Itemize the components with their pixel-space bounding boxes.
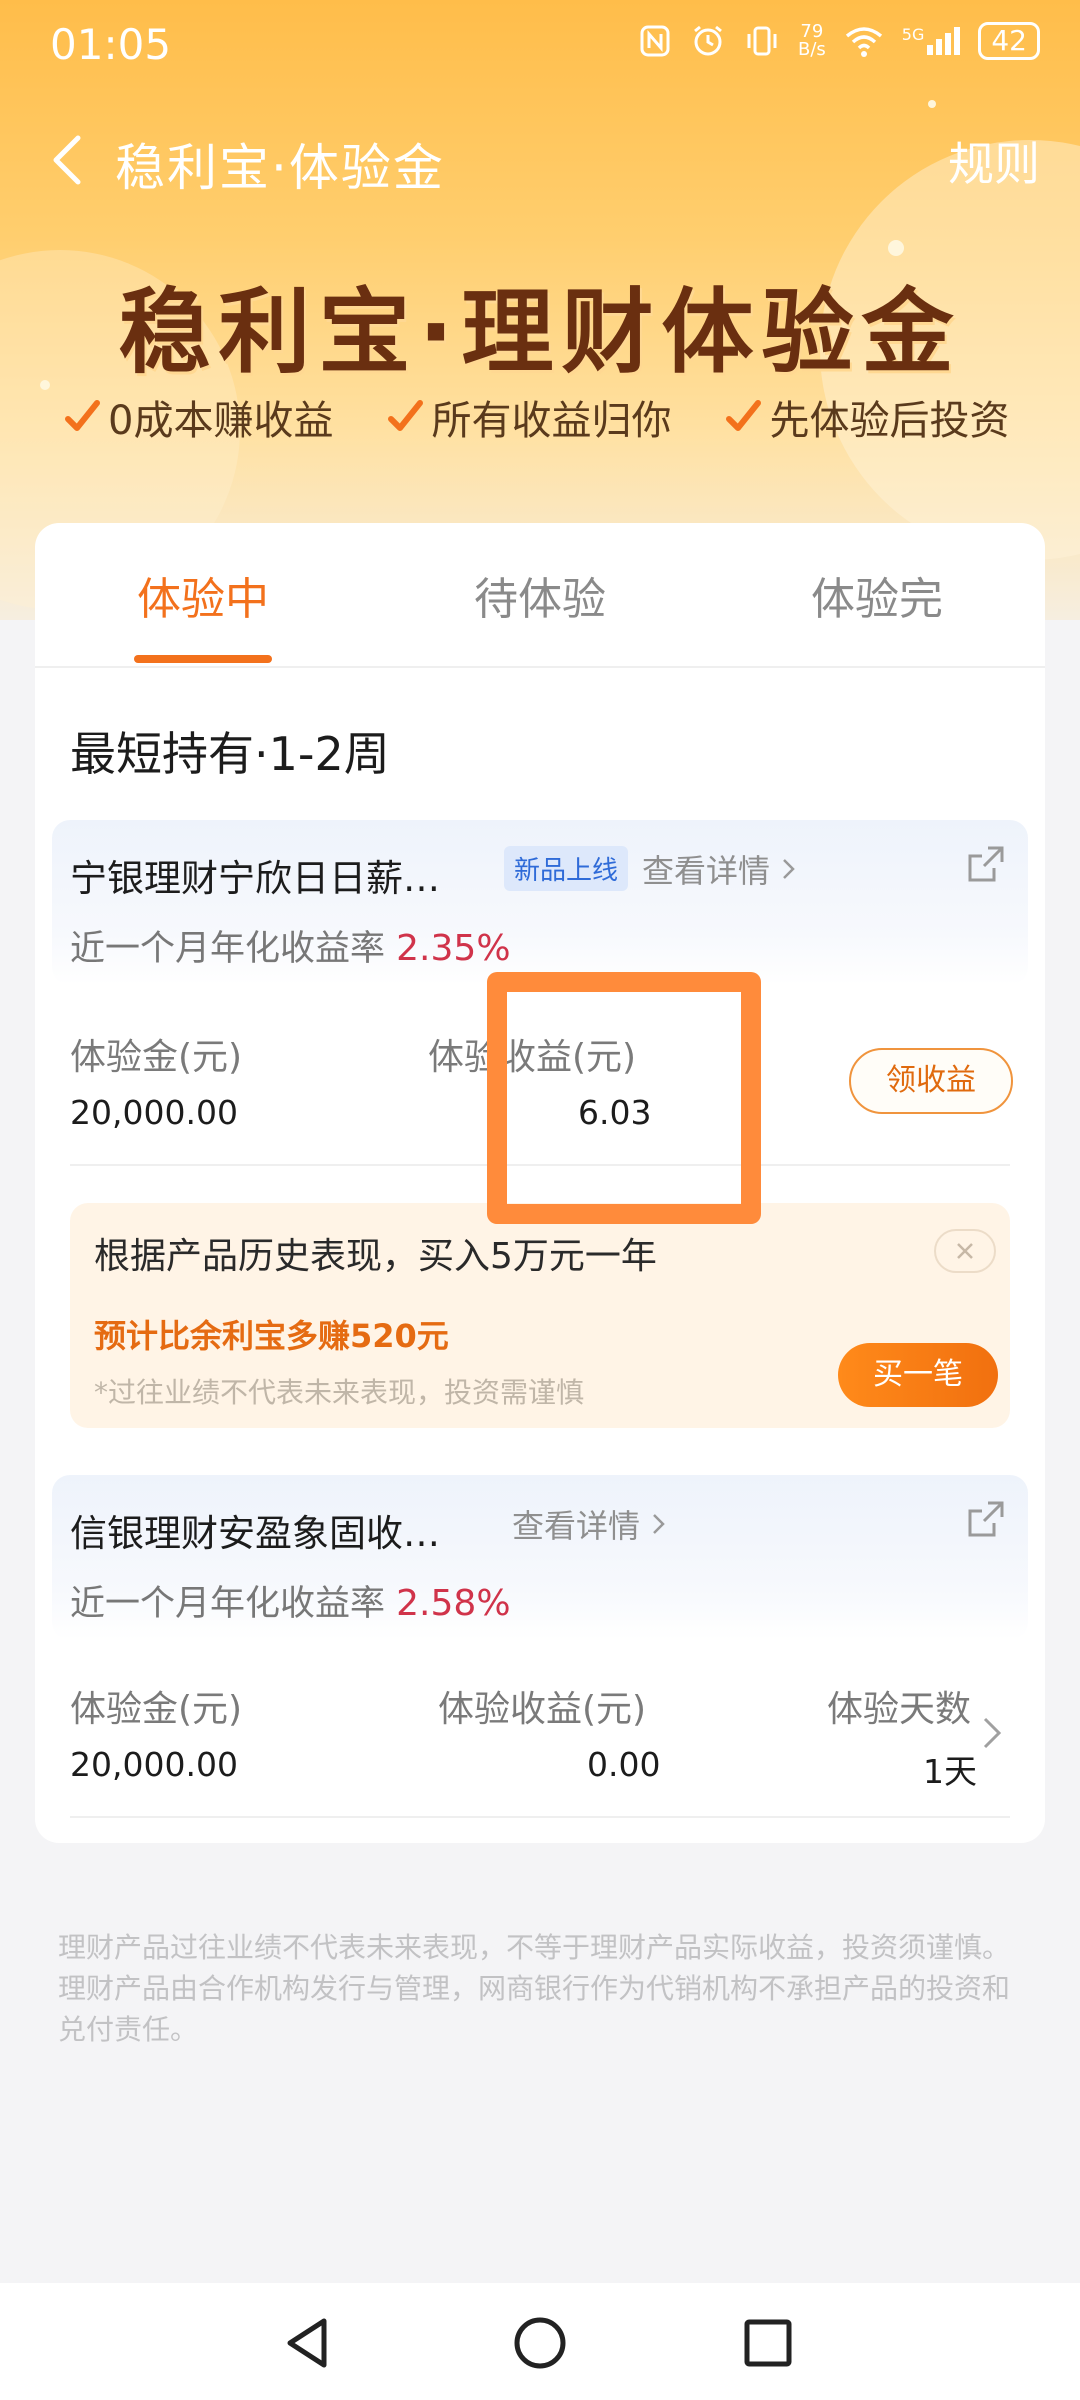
- section-title: 最短持有·1-2周: [70, 727, 390, 781]
- banner-title: 稳利宝·理财体验金: [118, 279, 962, 386]
- page-title: 稳利宝·体验金: [115, 139, 445, 197]
- view-details-label: 查看详情: [642, 852, 771, 890]
- promo-box: 根据产品历史表现，买入5万元一年 预计比余利宝多赚520元 *过往业绩不代表未来…: [70, 1203, 1010, 1428]
- feature-label: 先体验后投资: [769, 398, 1010, 444]
- promo-earnings: 预计比余利宝多赚520元: [94, 1317, 449, 1355]
- claim-earnings-button[interactable]: 领收益: [849, 1048, 1013, 1114]
- status-icons: 79 B/s 5G 42: [638, 22, 1040, 60]
- fund-value: 20,000.00: [70, 1093, 238, 1132]
- yield-row: 近一个月年化收益率 2.58%: [70, 1575, 511, 1626]
- decor-spark: [928, 100, 936, 108]
- share-icon[interactable]: [964, 1497, 1008, 1541]
- alarm-icon: [694, 25, 722, 56]
- product-name: 宁银理财宁欣日日薪…: [70, 857, 440, 900]
- system-nav-bar: [0, 2283, 1080, 2400]
- rules-link[interactable]: 规则: [948, 128, 1040, 194]
- earnings-value: 0.00: [587, 1745, 661, 1784]
- yield-value: 2.35%: [396, 928, 511, 969]
- fund-value: 20,000.00: [70, 1745, 238, 1784]
- feature-label: 所有收益归你: [431, 398, 672, 444]
- back-triangle-icon[interactable]: [278, 2313, 338, 2373]
- fund-label: 体验金(元): [70, 1689, 243, 1730]
- vibrate-icon: [747, 26, 777, 56]
- view-details-link[interactable]: 查看详情: [642, 846, 798, 892]
- close-promo-button[interactable]: [934, 1229, 996, 1273]
- days-label: 体验天数: [827, 1689, 972, 1730]
- product-header[interactable]: 信银理财安盈象固收… 查看详情 近一个月年化收益率 2.58%: [52, 1475, 1028, 1640]
- fund-label: 体验金(元): [70, 1037, 243, 1078]
- wifi-icon: [845, 27, 882, 57]
- days-value: 1天: [923, 1752, 977, 1791]
- yield-label: 近一个月年化收益率: [70, 1584, 386, 1624]
- active-tab-indicator: [134, 655, 272, 663]
- back-icon[interactable]: [40, 130, 100, 190]
- tab-in-progress[interactable]: 体验中: [53, 563, 353, 627]
- view-details-label: 查看详情: [512, 1507, 641, 1545]
- yield-row: 近一个月年化收益率 2.35%: [70, 920, 511, 971]
- feature-list: 0成本赚收益 所有收益归你 先体验后投资: [62, 388, 1009, 446]
- view-details-link[interactable]: 查看详情: [512, 1501, 668, 1547]
- divider: [70, 1816, 1010, 1818]
- earnings-label: 体验收益(元): [438, 1689, 647, 1730]
- buy-button[interactable]: 买一笔: [838, 1343, 998, 1407]
- check-icon: [65, 400, 100, 431]
- tab-completed[interactable]: 体验完: [727, 563, 1027, 627]
- net-speed: 79 B/s: [798, 23, 826, 59]
- decor-spark: [888, 240, 904, 256]
- disclaimer-text: 理财产品过往业绩不代表未来表现，不等于理财产品实际收益，投资须谨慎。理财产品由合…: [58, 1931, 1011, 2046]
- recents-square-icon[interactable]: [738, 2313, 798, 2373]
- share-icon[interactable]: [964, 842, 1008, 886]
- tab-bar: 体验中 待体验 体验完: [35, 523, 1045, 668]
- signal-icon: 5G: [902, 27, 961, 55]
- promo-risk-note: *过往业绩不代表未来表现，投资需谨慎: [94, 1376, 585, 1409]
- status-bar: 01:05 79 B/s 5G 42: [0, 0, 1080, 90]
- net-speed-unit: B/s: [797, 39, 826, 60]
- promo-text: 根据产品历史表现，买入5万元一年: [94, 1236, 657, 1277]
- chevron-right-icon: [653, 1514, 665, 1534]
- home-circle-icon[interactable]: [510, 2313, 570, 2373]
- feature-item: 所有收益归你: [385, 388, 671, 446]
- highlight-box: [487, 972, 761, 1224]
- feature-item: 0成本赚收益: [62, 388, 333, 446]
- check-icon: [388, 400, 424, 431]
- battery-indicator: 42: [978, 22, 1040, 60]
- product-name: 信银理财安盈象固收…: [70, 1512, 440, 1555]
- nfc-icon: [640, 25, 670, 57]
- top-nav: 稳利宝·体验金 规则: [0, 110, 1080, 210]
- close-icon: [957, 1243, 973, 1259]
- check-icon: [726, 400, 762, 431]
- network-type: 5G: [901, 25, 925, 44]
- product-header[interactable]: 宁银理财宁欣日日薪… 新品上线 查看详情 近一个月年化收益率 2.35%: [52, 820, 1028, 985]
- tab-pending[interactable]: 待体验: [390, 563, 690, 627]
- status-time: 01:05: [50, 20, 172, 69]
- feature-item: 先体验后投资: [723, 388, 1009, 446]
- feature-label: 0成本赚收益: [108, 398, 334, 444]
- chevron-right-icon[interactable]: [977, 1713, 1007, 1753]
- yield-label: 近一个月年化收益率: [70, 929, 386, 969]
- chevron-right-icon: [783, 859, 795, 879]
- yield-value: 2.58%: [396, 1583, 511, 1624]
- new-product-badge: 新品上线: [504, 846, 629, 891]
